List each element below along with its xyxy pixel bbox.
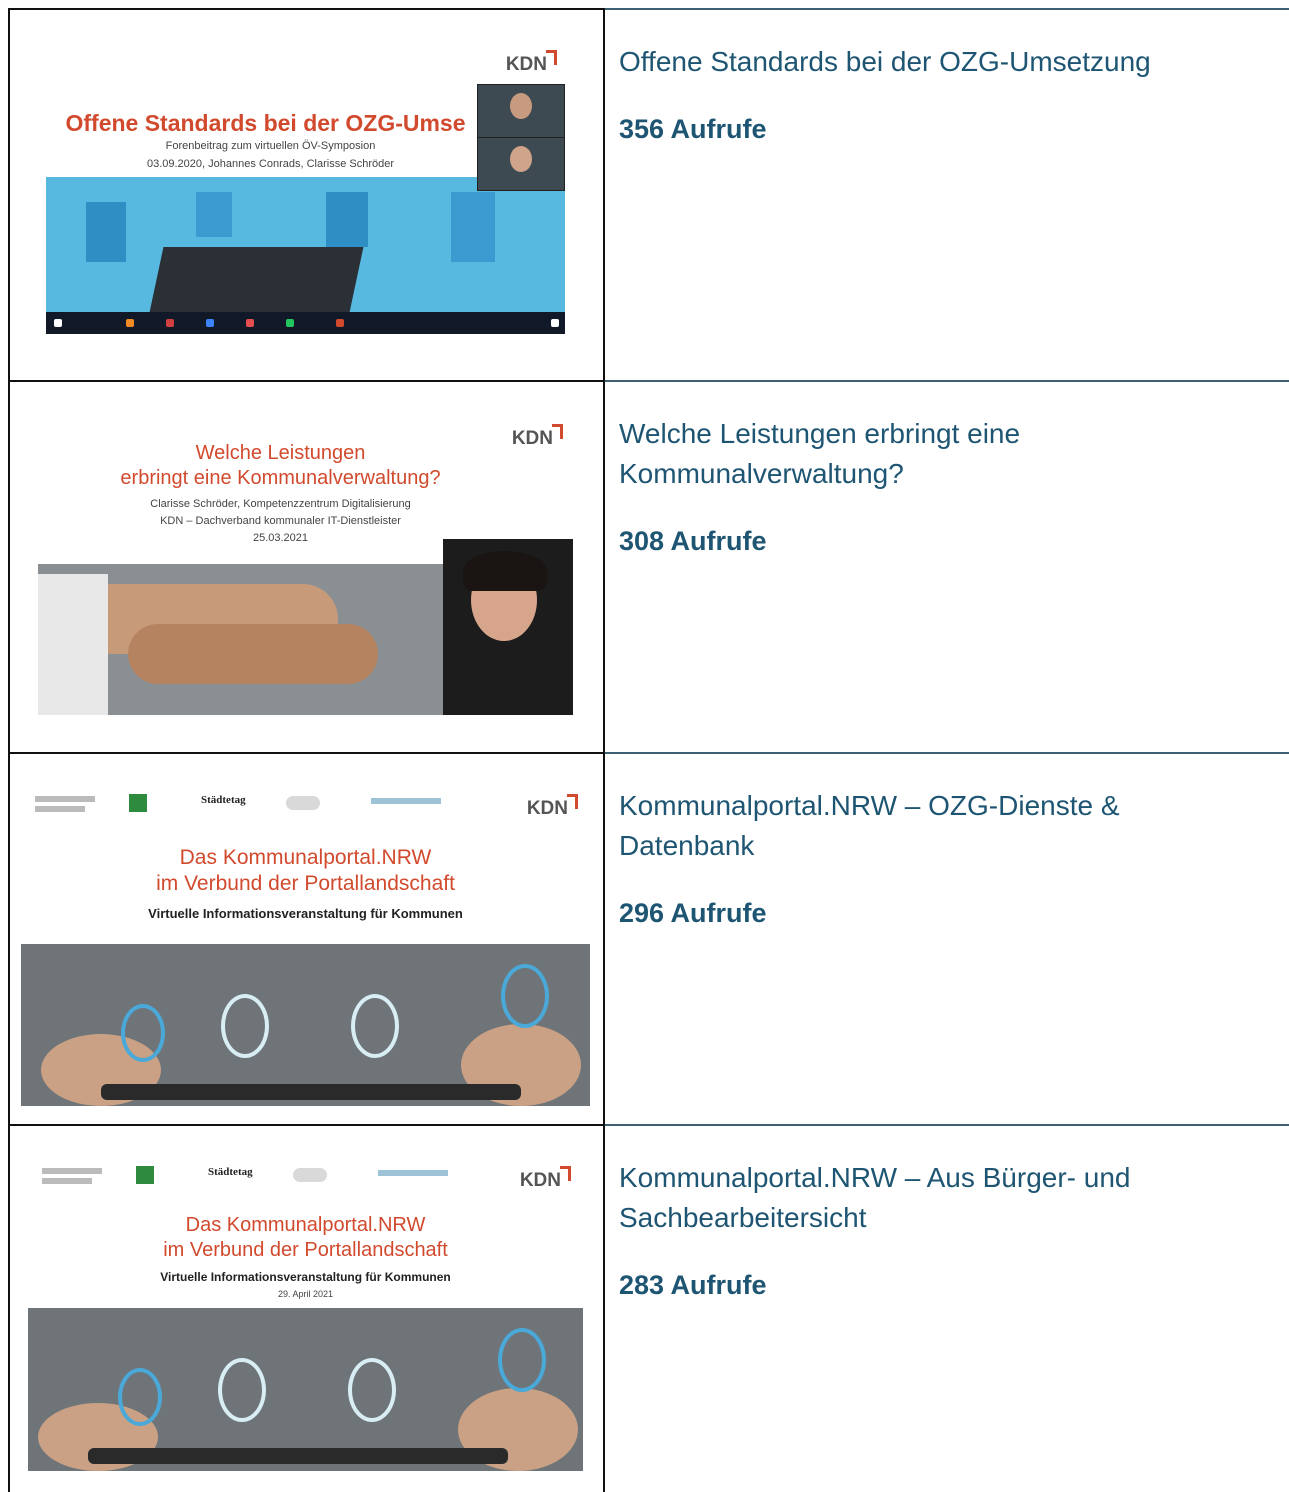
- user-icon: [348, 1358, 396, 1422]
- webcam-tile: [477, 84, 565, 138]
- view-count: 308 Aufrufe: [619, 526, 767, 556]
- video-info: Welche Leistungen erbringt eine Kommunal…: [619, 380, 1259, 558]
- view-count: 283 Aufrufe: [619, 1270, 767, 1300]
- table-row: Städtetag KDN Das Kommunalportal.NRW im …: [8, 1124, 1289, 1492]
- video-title[interactable]: Welche Leistungen erbringt eine Kommunal…: [619, 380, 1259, 494]
- person-image: [510, 93, 532, 119]
- video-table: KDN Offene Standards bei der OZG-Umse Fo…: [8, 8, 1289, 1492]
- slide-line: KDN – Dachverband kommunaler IT-Dienstle…: [160, 515, 401, 527]
- user-icon: [221, 994, 269, 1058]
- video-title[interactable]: Kommunalportal.NRW – Aus Bürger- und Sac…: [619, 1124, 1259, 1238]
- slide-subtitle: Virtuelle Informationsveranstaltung für …: [148, 906, 463, 921]
- slide-subtitle: Virtuelle Informationsveranstaltung für …: [160, 1270, 451, 1284]
- locker-shape: [451, 192, 495, 262]
- slide-headline: Das Kommunalportal.NRW: [185, 1214, 426, 1236]
- network-photo: [21, 944, 590, 1106]
- staedtetag-logo: Städtetag: [201, 794, 246, 806]
- locker-shape: [326, 192, 368, 247]
- kdn-logo: KDN: [505, 50, 558, 75]
- slide-headline: Das Kommunalportal.NRW: [179, 846, 432, 869]
- network-photo: [28, 1308, 583, 1471]
- video-info: Kommunalportal.NRW – Aus Bürger- und Sac…: [619, 1124, 1259, 1302]
- slide-headline: im Verbund der Portallandschaft: [156, 872, 455, 895]
- locker-shape: [196, 192, 232, 237]
- slide-line: Clarisse Schröder, Kompetenzzentrum Digi…: [150, 498, 411, 510]
- view-count: 296 Aufrufe: [619, 898, 767, 928]
- video-thumbnail[interactable]: KDN Offene Standards bei der OZG-Umse Fo…: [46, 42, 565, 334]
- video-thumbnail[interactable]: Städtetag KDN Das Kommunalportal.NRW im …: [28, 1158, 583, 1471]
- slide-headline: Welche Leistungen: [195, 442, 366, 464]
- slide-subtitle: Forenbeitrag zum virtuellen ÖV-Symposion: [165, 140, 376, 152]
- user-icon: [498, 1328, 546, 1392]
- laptop-image: [148, 247, 364, 317]
- user-icon: [351, 994, 399, 1058]
- user-icon: [118, 1368, 162, 1426]
- user-icon: [501, 964, 549, 1028]
- video-title[interactable]: Kommunalportal.NRW – OZG-Dienste & Daten…: [619, 752, 1259, 866]
- hands-photo: [38, 564, 458, 715]
- video-title[interactable]: Offene Standards bei der OZG-Umsetzung: [619, 8, 1259, 82]
- slide-headline: Offene Standards bei der OZG-Umse: [65, 110, 466, 136]
- video-info: Offene Standards bei der OZG-Umsetzung 3…: [619, 8, 1259, 146]
- person-image: [510, 146, 532, 172]
- view-count: 356 Aufrufe: [619, 114, 767, 144]
- table-row: Städtetag KDN Das Kommunalportal.NRW im …: [8, 752, 1289, 1124]
- webcam-tile: [477, 137, 565, 191]
- staedtetag-logo: Städtetag: [208, 1166, 253, 1178]
- video-info: Kommunalportal.NRW – OZG-Dienste & Daten…: [619, 752, 1259, 930]
- video-thumbnail[interactable]: KDN Welche Leistungen erbringt eine Komm…: [38, 414, 573, 715]
- taskbar: [46, 312, 565, 334]
- locker-shape: [86, 202, 126, 262]
- presenter-webcam: [443, 539, 573, 715]
- slide-headline: im Verbund der Portallandschaft: [163, 1239, 448, 1261]
- slide-byline: 03.09.2020, Johannes Conrads, Clarisse S…: [146, 158, 395, 170]
- kdn-logo: KDN: [519, 1166, 572, 1191]
- slide-headline: erbringt eine Kommunalverwaltung?: [120, 467, 441, 489]
- kdn-logo: KDN: [526, 794, 579, 819]
- video-thumbnail[interactable]: Städtetag KDN Das Kommunalportal.NRW im …: [21, 786, 590, 1106]
- table-row: KDN Offene Standards bei der OZG-Umse Fo…: [8, 8, 1289, 380]
- user-icon: [218, 1358, 266, 1422]
- slide-date: 29. April 2021: [277, 1289, 334, 1299]
- user-icon: [121, 1004, 165, 1062]
- table-row: KDN Welche Leistungen erbringt eine Komm…: [8, 380, 1289, 752]
